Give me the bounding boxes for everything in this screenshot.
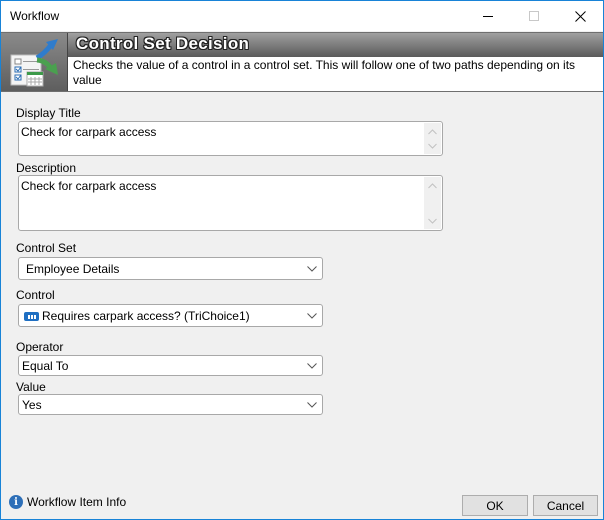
chevron-down-icon	[307, 313, 317, 319]
control-set-label: Control Set	[16, 241, 77, 255]
header-title: Control Set Decision	[76, 34, 250, 53]
display-title-scrollbar[interactable]	[424, 123, 441, 154]
window-title: Workflow	[10, 9, 60, 23]
workflow-item-info-label: Workflow Item Info	[27, 495, 127, 509]
maximize-button	[511, 1, 557, 31]
value-label: Value	[16, 380, 46, 394]
minimize-button[interactable]	[465, 1, 511, 31]
control-select[interactable]: Requires carpark access? (TriChoice1)	[18, 304, 323, 327]
control-value: Requires carpark access? (TriChoice1)	[42, 309, 250, 323]
operator-value: Equal To	[22, 359, 69, 373]
chevron-down-icon	[307, 363, 317, 369]
control-label: Control	[16, 288, 55, 302]
step-header: Control Set Decision Checks the value of…	[1, 32, 603, 92]
minimize-icon	[483, 15, 493, 17]
title-bar[interactable]: Workflow	[1, 1, 603, 31]
display-title-input[interactable]: Check for carpark access	[18, 121, 443, 156]
ok-button[interactable]: OK	[462, 495, 528, 516]
operator-label: Operator	[16, 340, 64, 354]
chevron-down-icon	[307, 402, 317, 408]
chevron-down-icon	[428, 143, 437, 149]
description-label: Description	[16, 161, 77, 175]
workflow-dialog: Workflow Control Set Decision Checks the…	[0, 0, 604, 520]
value-value: Yes	[22, 398, 42, 412]
chevron-up-icon	[428, 128, 437, 134]
display-title-value: Check for carpark access	[21, 125, 157, 139]
description-value: Check for carpark access	[21, 179, 157, 193]
chevron-up-icon	[428, 182, 437, 188]
maximize-icon	[529, 11, 539, 21]
header-description: Checks the value of a control in a contr…	[73, 58, 576, 87]
chevron-down-icon	[428, 218, 437, 224]
tri-choice-icon	[24, 312, 39, 321]
display-title-label: Display Title	[16, 106, 81, 120]
control-set-select[interactable]: Employee Details	[18, 257, 323, 280]
control-set-decision-icon	[10, 39, 58, 87]
description-scrollbar[interactable]	[424, 177, 441, 229]
scroll-down-button[interactable]	[424, 137, 441, 154]
cancel-button[interactable]: Cancel	[533, 495, 598, 516]
operator-select[interactable]: Equal To	[18, 355, 323, 376]
scroll-down-button[interactable]	[424, 212, 441, 229]
value-select[interactable]: Yes	[18, 394, 323, 415]
scroll-up-button[interactable]	[424, 177, 441, 194]
workflow-item-info-link[interactable]: i Workflow Item Info	[9, 495, 126, 509]
description-input[interactable]: Check for carpark access	[18, 175, 443, 231]
info-icon: i	[9, 495, 23, 509]
chevron-down-icon	[307, 266, 317, 272]
control-set-value: Employee Details	[26, 262, 120, 276]
close-button[interactable]	[557, 1, 603, 31]
header-title-bar: Control Set Decision	[68, 33, 603, 57]
close-icon	[574, 10, 586, 22]
header-icon-box	[1, 33, 68, 91]
